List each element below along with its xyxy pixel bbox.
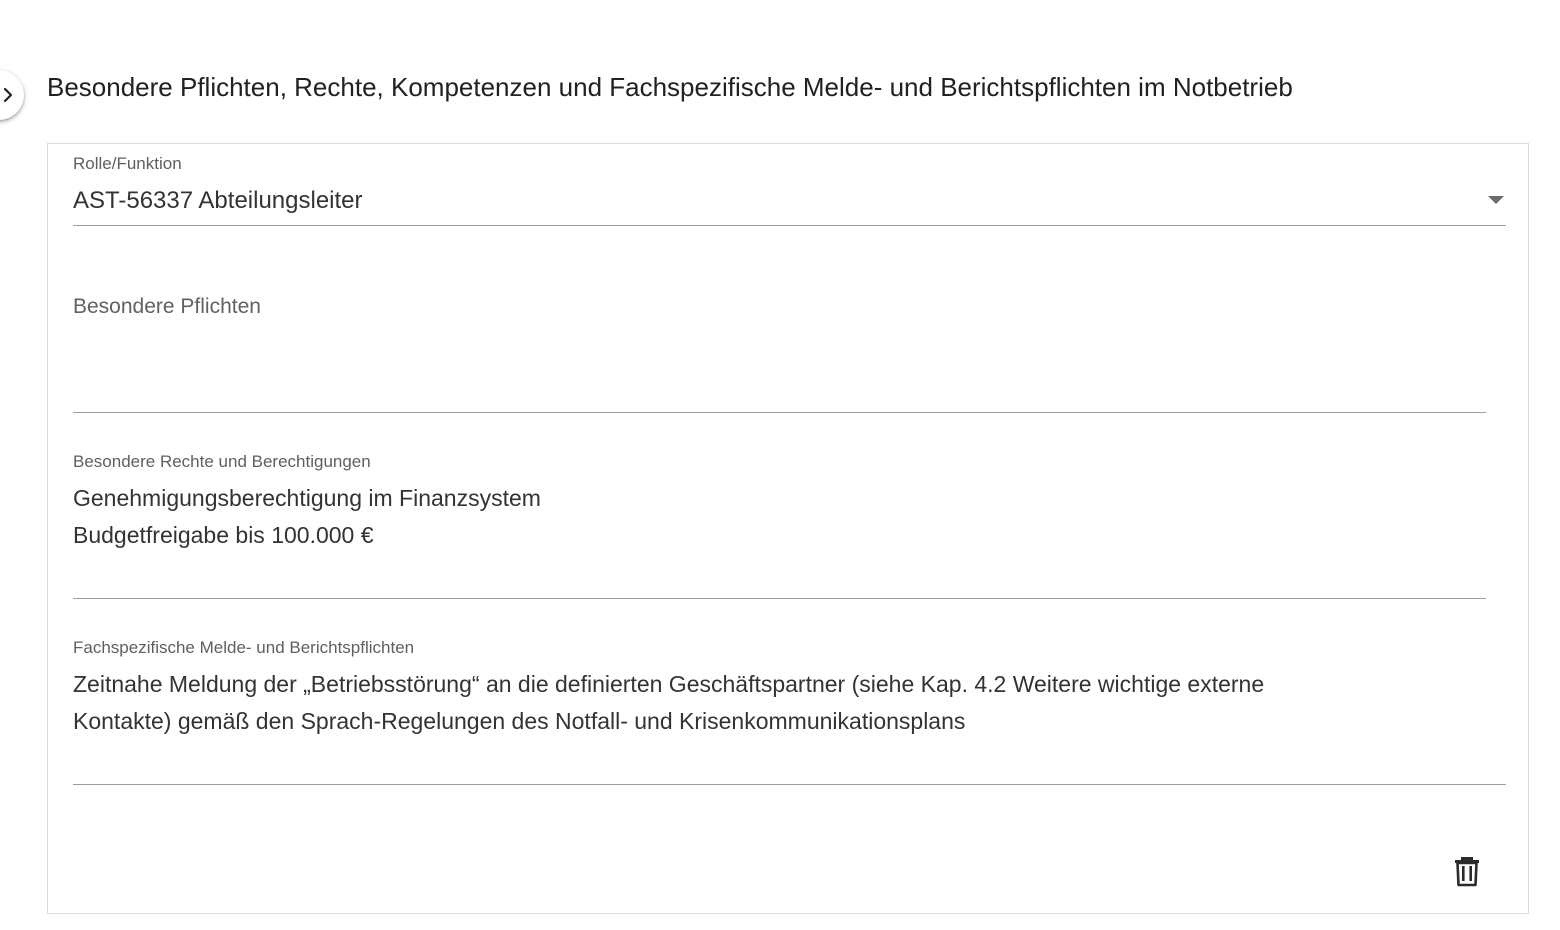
- reporting-field[interactable]: Fachspezifische Melde- und Berichtspflic…: [73, 638, 1506, 784]
- role-duties-card: Rolle/Funktion AST-56337 Abteilungsleite…: [47, 143, 1529, 914]
- role-select-value: AST-56337 Abteilungsleiter: [73, 187, 363, 214]
- delete-button[interactable]: [1449, 853, 1485, 889]
- dropdown-arrow-icon: [1488, 196, 1504, 204]
- section-title: Besondere Pflichten, Rechte, Kompetenzen…: [47, 72, 1293, 102]
- reporting-value: Zeitnahe Meldung der „Betriebsstörung“ a…: [73, 671, 1265, 734]
- role-label: Rolle/Funktion: [73, 154, 182, 173]
- rights-label: Besondere Rechte und Berechtigungen: [73, 452, 371, 471]
- rights-value: Genehmigungsberechtigung im Finanzsystem…: [73, 485, 541, 548]
- duties-underline: [73, 412, 1486, 413]
- role-select[interactable]: AST-56337 Abteilungsleiter: [73, 180, 1506, 226]
- duties-label: Besondere Pflichten: [73, 295, 261, 318]
- reporting-label: Fachspezifische Melde- und Berichtspflic…: [73, 638, 415, 657]
- role-select-underline: [73, 225, 1506, 226]
- rights-field[interactable]: Besondere Rechte und Berechtigungen Gene…: [73, 452, 1486, 598]
- rights-underline: [73, 598, 1486, 599]
- trash-icon: [1455, 857, 1479, 887]
- page: Besondere Pflichten, Rechte, Kompetenzen…: [0, 0, 1560, 930]
- duties-field[interactable]: Besondere Pflichten: [73, 294, 1486, 412]
- chevron-right-icon: [3, 87, 13, 103]
- sidebar-toggle-button[interactable]: [0, 70, 24, 120]
- reporting-underline: [73, 784, 1506, 785]
